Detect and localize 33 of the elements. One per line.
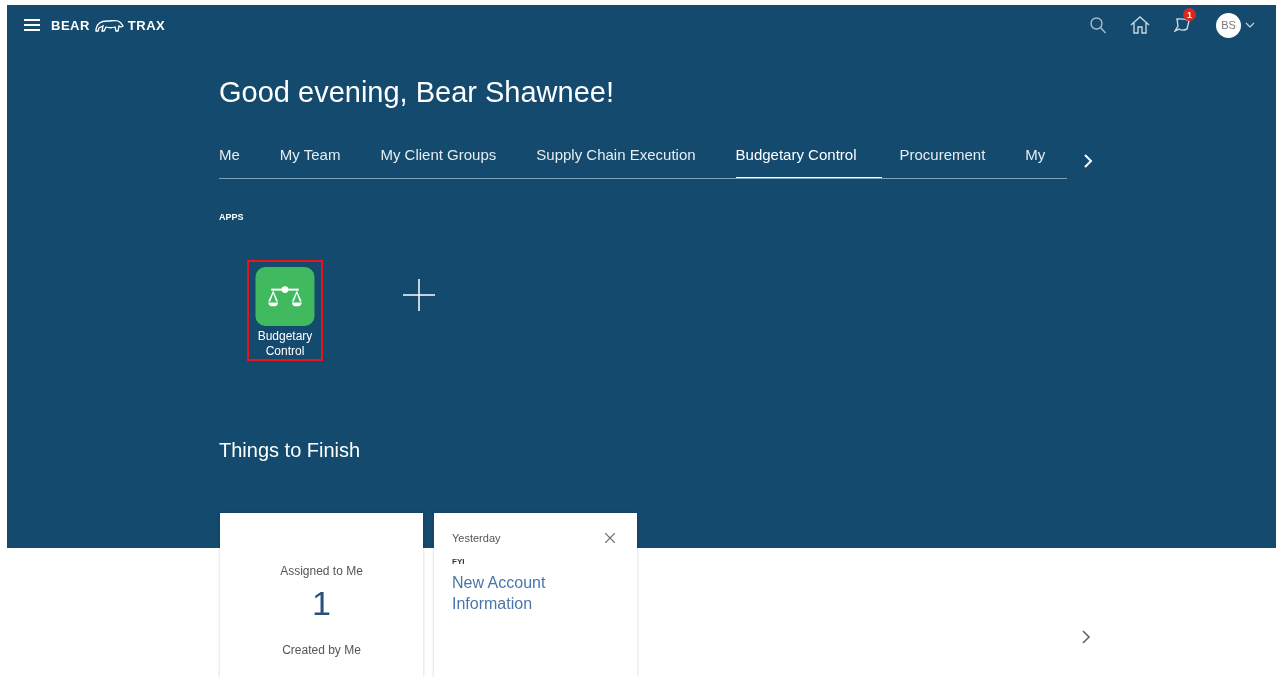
chevron-right-icon[interactable] (1082, 630, 1091, 644)
nav-tab[interactable]: Me (219, 138, 240, 178)
nav-tab[interactable]: Budgetary Control (735, 138, 883, 178)
nav-tab[interactable]: My Team (279, 138, 341, 178)
notification-badge: 1 (1183, 8, 1196, 21)
greeting-heading: Good evening, Bear Shawnee! (219, 76, 615, 110)
search-icon[interactable] (1090, 16, 1106, 34)
brand-text: BEAR (51, 17, 90, 33)
tag-label: FYI (452, 557, 466, 566)
count-text: 1 (312, 584, 331, 623)
card-label: Created by Me (282, 643, 361, 657)
nav-tab[interactable]: My (1025, 138, 1046, 178)
date-text: Yesterday (452, 532, 501, 544)
notification-card[interactable]: Yesterday FYI New Account Information (434, 513, 637, 677)
nav-tab[interactable]: My Client Groups (380, 138, 497, 178)
menu-icon[interactable] (24, 19, 40, 31)
brand-text: TRAX (127, 17, 166, 33)
section-title: Things to Finish (219, 439, 362, 462)
caret-icon[interactable] (1245, 22, 1255, 28)
bear-icon (93, 17, 124, 33)
close-icon[interactable] (605, 533, 615, 543)
scales-icon (255, 266, 315, 326)
nav-tab[interactable]: Supply Chain Execution (536, 138, 696, 178)
add-icon[interactable] (403, 279, 435, 311)
notification-title[interactable]: New Account Information (452, 572, 572, 614)
card-label: Assigned to Me (280, 564, 363, 578)
user-avatar[interactable]: BS (1216, 12, 1241, 38)
app-tile[interactable]: Budgetary Control (247, 259, 323, 361)
notifications-icon[interactable] (1174, 16, 1192, 34)
home-icon[interactable] (1130, 16, 1150, 34)
summary-card[interactable]: Assigned to Me 1 Created by Me (220, 513, 423, 677)
apps-heading: APPS (219, 212, 245, 222)
nav-tab[interactable]: Procurement (899, 138, 986, 178)
